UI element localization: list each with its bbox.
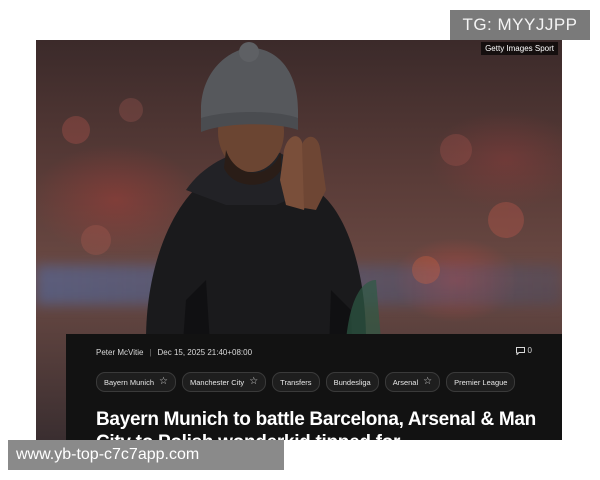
article-meta: Peter McVitie | Dec 15, 2025 21:40+08:00 [96,348,252,357]
article-headline[interactable]: Bayern Munich to battle Barcelona, Arsen… [96,408,546,440]
tg-watermark: TG: MYYJJPP [450,10,590,40]
comment-count: 0 [527,346,532,355]
tag-manchester-city[interactable]: Manchester City ☆ [182,372,267,392]
tag-transfers[interactable]: Transfers [272,372,320,392]
tag-premier-league[interactable]: Premier League [446,372,516,392]
star-icon[interactable]: ☆ [423,377,432,387]
comments-link[interactable]: 0 [515,346,532,355]
tag-bayern-munich[interactable]: Bayern Munich ☆ [96,372,176,392]
tag-label: Manchester City [190,377,245,387]
tag-label: Arsenal [392,377,419,387]
photo-credit: Getty Images Sport [481,42,558,55]
star-icon[interactable]: ☆ [249,377,258,387]
tag-arsenal[interactable]: Arsenal ☆ [384,372,441,392]
tag-label: Transfers [280,377,312,387]
tag-label: Bundesliga [333,377,371,387]
comment-icon [515,346,525,355]
star-icon[interactable]: ☆ [159,377,168,387]
tag-label: Bayern Munich [104,377,155,387]
meta-separator: | [149,348,152,357]
tag-label: Premier League [454,377,508,387]
publish-date: Dec 15, 2025 21:40+08:00 [157,348,253,357]
article-card: Peter McVitie | Dec 15, 2025 21:40+08:00… [66,334,562,440]
tag-bundesliga[interactable]: Bundesliga [325,372,379,392]
url-watermark: www.yb-top-c7c7app.com [8,440,284,470]
tag-list: Bayern Munich ☆ Manchester City ☆ Transf… [96,372,516,392]
author-name[interactable]: Peter McVitie [96,348,143,357]
